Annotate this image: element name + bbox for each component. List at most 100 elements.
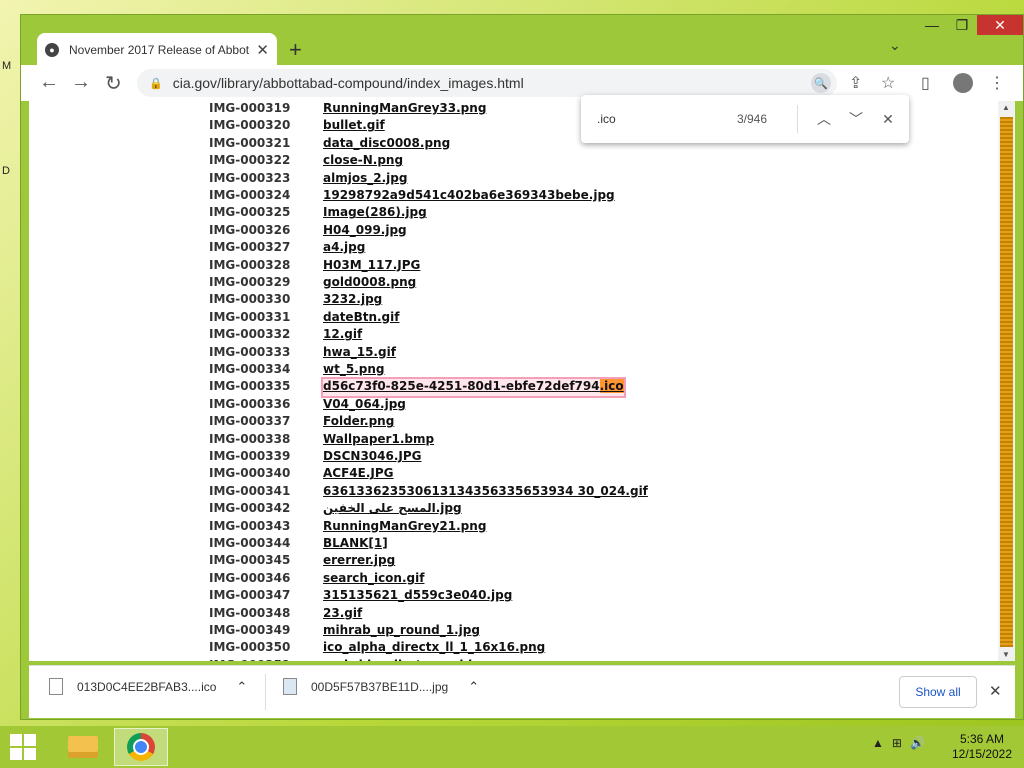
show-all-button[interactable]: Show all (899, 676, 977, 708)
new-tab-icon[interactable]: + (289, 37, 302, 63)
download-item[interactable]: 00D5F57B37BE11D....jpg ⌃ (283, 678, 479, 695)
windows-start-icon[interactable] (10, 734, 38, 762)
reload-icon[interactable]: ↻ (105, 71, 122, 96)
browser-tab[interactable]: ● November 2017 Release of Abbottabad Co… (37, 33, 277, 67)
table-row: IMG-000334 wt_5.png (209, 362, 384, 379)
image-file-link[interactable]: 636133623530613134356335653934 30_024.gi… (323, 484, 648, 501)
scrollbar-thumb[interactable] (1000, 117, 1013, 647)
image-file-link[interactable]: ico_alpha_directx_ll_1_16x16.png (323, 640, 545, 657)
table-row: IMG-000325 Image(286).jpg (209, 205, 427, 222)
tab-search-icon[interactable]: ⌄ (889, 37, 901, 54)
image-id: IMG-000346 (209, 570, 291, 585)
image-file-link[interactable]: DSCN3046.JPG (323, 449, 422, 466)
image-file-link[interactable]: RunningManGrey21.png (323, 519, 486, 536)
bookmark-star-icon[interactable]: ☆ (881, 73, 895, 93)
tab-title: November 2017 Release of Abbottabad Comp… (69, 43, 249, 57)
table-row: IMG-000330 3232.jpg (209, 292, 382, 309)
image-file-link[interactable]: mihrab_up_round_1.jpg (323, 623, 480, 640)
window-close-icon[interactable]: ✕ (977, 15, 1023, 35)
image-id: IMG-000327 (209, 240, 291, 255)
minimize-icon[interactable]: — (917, 15, 947, 35)
image-file-link[interactable]: 19298792a9d541c402ba6e369343bebe.jpg (323, 188, 615, 205)
find-in-page-icon[interactable]: 🔍 (811, 73, 831, 93)
vertical-scrollbar[interactable]: ▲ ▼ (998, 101, 1015, 661)
image-file-link[interactable]: Wallpaper1.bmp (323, 432, 434, 449)
image-file-link[interactable]: bullet.gif (323, 118, 385, 135)
image-id: IMG-000338 (209, 431, 291, 446)
clock-time: 5:36 AM (959, 732, 1005, 746)
taskbar: ▲ ⊞ 🔊 5:36 AM 12/15/2022 (0, 726, 1024, 768)
lock-icon[interactable]: 🔒 (149, 77, 163, 90)
desktop-edge: MD (2, 60, 12, 177)
image-file-link[interactable]: BLANK[1] (323, 536, 388, 553)
table-row: IMG-000350 ico_alpha_directx_ll_1_16x16.p… (209, 640, 545, 657)
network-icon[interactable]: ⊞ (892, 736, 902, 750)
profile-avatar[interactable] (953, 73, 973, 93)
scroll-down-icon[interactable]: ▼ (1002, 650, 1010, 659)
table-row: IMG-000322 close-N.png (209, 153, 403, 170)
image-id: IMG-000321 (209, 135, 291, 150)
chevron-up-icon[interactable]: ⌃ (236, 679, 247, 695)
taskbar-clock[interactable]: 5:36 AM 12/15/2022 (946, 732, 1018, 762)
image-file-link[interactable]: Image(286).jpg (323, 205, 427, 222)
image-id: IMG-000324 (209, 188, 291, 202)
image-file-link[interactable]: muh_bin_ali_a'sanusi.jpg (323, 658, 489, 661)
menu-kebab-icon[interactable]: ⋮ (989, 73, 1005, 93)
image-file-link[interactable]: d56c73f0-825e-4251-80d1-ebfe72def794.ico (321, 377, 626, 399)
image-file-link[interactable]: 315135621_d559c3e040.jpg (323, 588, 512, 605)
image-id: IMG-000335 (209, 379, 291, 394)
image-file-link[interactable]: ererrer.jpg (323, 553, 395, 570)
tray-expand-icon[interactable]: ▲ (872, 736, 884, 750)
volume-icon[interactable]: 🔊 (910, 736, 925, 750)
file-explorer-icon[interactable] (56, 728, 110, 766)
find-previous-icon[interactable]: ︿ (808, 109, 840, 129)
download-item[interactable]: 013D0C4EE2BFAB3....ico ⌃ (49, 678, 247, 695)
image-file-link[interactable]: Folder.png (323, 414, 394, 431)
scroll-up-icon[interactable]: ▲ (1002, 103, 1010, 112)
image-file-link[interactable]: ACF4E.JPG (323, 466, 394, 483)
image-file-link[interactable]: المسح على الخفين.jpg (323, 501, 462, 518)
image-file-link[interactable]: RunningManGrey33.png (323, 101, 486, 118)
table-row: IMG-000333 hwa_15.gif (209, 345, 396, 362)
table-row: IMG-000321 data_disc0008.png (209, 136, 450, 153)
image-file-link[interactable]: 23.gif (323, 606, 362, 623)
close-shelf-icon[interactable]: ✕ (989, 682, 1002, 700)
tab-close-icon[interactable]: ✕ (256, 41, 269, 59)
image-file-link[interactable]: search_icon.gif (323, 571, 424, 588)
forward-icon[interactable]: → (71, 71, 91, 94)
image-file-link[interactable]: dateBtn.gif (323, 310, 399, 327)
image-id: IMG-000329 (209, 275, 291, 289)
share-icon[interactable]: ⇪ (849, 73, 862, 93)
table-row: IMG-000343 RunningManGrey21.png (209, 519, 486, 536)
chevron-up-icon[interactable]: ⌃ (468, 679, 479, 695)
image-file-link[interactable]: 12.gif (323, 327, 362, 344)
table-row: IMG-000349 mihrab_up_round_1.jpg (209, 623, 480, 640)
find-input[interactable]: .ico (597, 112, 737, 126)
image-id: IMG-000344 (209, 536, 291, 550)
side-panel-icon[interactable]: ▯ (921, 73, 930, 93)
download-filename: 00D5F57B37BE11D....jpg (311, 679, 449, 694)
image-file-link[interactable]: wt_5.png (323, 362, 384, 379)
download-divider (265, 674, 266, 710)
image-file-link[interactable]: 3232.jpg (323, 292, 382, 309)
image-id: IMG-000341 (209, 483, 291, 498)
image-file-link[interactable]: data_disc0008.png (323, 136, 450, 153)
chrome-taskbar-icon[interactable] (114, 728, 168, 766)
find-next-icon[interactable]: ﹀ (840, 109, 872, 129)
image-file-link[interactable]: close-N.png (323, 153, 403, 170)
address-bar[interactable]: 🔒 cia.gov/library/abbottabad-compound/in… (137, 69, 837, 97)
image-file-link[interactable]: H03M_117.JPG (323, 258, 420, 275)
maximize-icon[interactable]: ❐ (947, 15, 977, 35)
image-file-link[interactable]: a4.jpg (323, 240, 365, 257)
image-file-link[interactable]: H04_099.jpg (323, 223, 407, 240)
image-id: IMG-000331 (209, 309, 291, 324)
table-row: IMG-000319 RunningManGrey33.png (209, 101, 486, 118)
image-id: IMG-000322 (209, 153, 291, 168)
image-file-link[interactable]: gold0008.png (323, 275, 416, 292)
table-row: IMG-000324 19298792a9d541c402ba6e369343be… (209, 188, 615, 205)
find-close-icon[interactable]: ✕ (872, 111, 904, 128)
image-file-link[interactable]: almjos_2.jpg (323, 171, 407, 188)
back-icon[interactable]: ← (39, 71, 59, 94)
image-file-link[interactable]: hwa_15.gif (323, 345, 396, 362)
image-file-link[interactable]: V04_064.jpg (323, 397, 406, 414)
